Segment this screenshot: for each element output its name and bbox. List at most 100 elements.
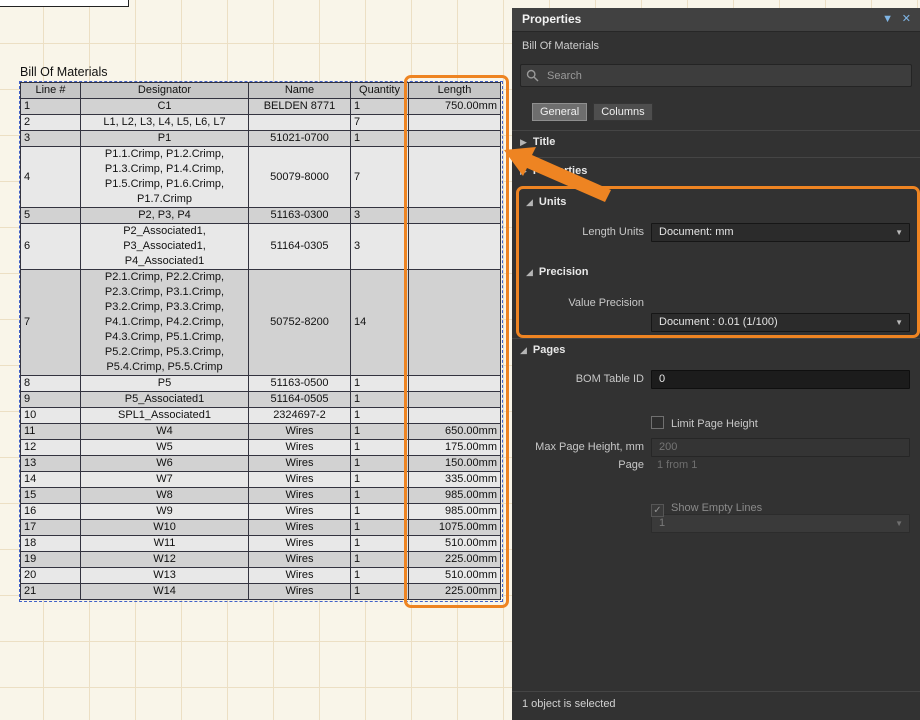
cell-qty: 14 bbox=[351, 270, 409, 376]
cell-designator: W13 bbox=[81, 568, 249, 584]
cell-line: 9 bbox=[21, 392, 81, 408]
cell-qty: 1 bbox=[351, 408, 409, 424]
cell-length: 175.00mm bbox=[409, 440, 501, 456]
cell-name: Wires bbox=[249, 568, 351, 584]
cell-name: 51021-0700 bbox=[249, 131, 351, 147]
cell-designator: P2.1.Crimp, P2.2.Crimp, P2.3.Crimp, P3.1… bbox=[81, 270, 249, 376]
cell-length: 510.00mm bbox=[409, 568, 501, 584]
cell-qty: 1 bbox=[351, 568, 409, 584]
tab-general[interactable]: General bbox=[532, 103, 587, 121]
limit-page-height-row[interactable]: Limit Page Height bbox=[651, 416, 758, 430]
table-row[interactable]: 15W8Wires1985.00mm bbox=[21, 488, 501, 504]
cell-name: 51163-0500 bbox=[249, 376, 351, 392]
value-precision-dropdown[interactable]: Document : 0.01 (1/100) ▼ bbox=[651, 313, 910, 332]
table-row[interactable]: 4P1.1.Crimp, P1.2.Crimp, P1.3.Crimp, P1.… bbox=[21, 147, 501, 208]
table-row[interactable]: 8P551163-05001 bbox=[21, 376, 501, 392]
chevron-down-icon: ▼ bbox=[895, 515, 903, 532]
cell-line: 14 bbox=[21, 472, 81, 488]
tab-columns[interactable]: Columns bbox=[593, 103, 652, 121]
cell-qty: 3 bbox=[351, 208, 409, 224]
cell-length: 985.00mm bbox=[409, 488, 501, 504]
cell-designator: P1.1.Crimp, P1.2.Crimp, P1.3.Crimp, P1.4… bbox=[81, 147, 249, 208]
table-row[interactable]: 1C1BELDEN 87711750.00mm bbox=[21, 99, 501, 115]
section-properties[interactable]: ▶Properties bbox=[520, 165, 587, 177]
section-units[interactable]: ◢Units bbox=[526, 196, 566, 208]
section-title[interactable]: ▶Title bbox=[520, 136, 555, 148]
cell-qty: 1 bbox=[351, 456, 409, 472]
length-units-dropdown[interactable]: Document: mm ▼ bbox=[651, 223, 910, 242]
table-row[interactable]: 14W7Wires1335.00mm bbox=[21, 472, 501, 488]
bom-table[interactable]: Line #DesignatorNameQuantityLength 1C1BE… bbox=[20, 82, 501, 600]
table-row[interactable]: 20W13Wires1510.00mm bbox=[21, 568, 501, 584]
cell-qty: 3 bbox=[351, 224, 409, 270]
table-row[interactable]: 9P5_Associated151164-05051 bbox=[21, 392, 501, 408]
cell-qty: 1 bbox=[351, 392, 409, 408]
table-row[interactable]: 2L1, L2, L3, L4, L5, L6, L77 bbox=[21, 115, 501, 131]
table-row[interactable]: 12W5Wires1175.00mm bbox=[21, 440, 501, 456]
cell-length: 150.00mm bbox=[409, 456, 501, 472]
cell-designator: W7 bbox=[81, 472, 249, 488]
table-row[interactable]: 7P2.1.Crimp, P2.2.Crimp, P2.3.Crimp, P3.… bbox=[21, 270, 501, 376]
table-row[interactable]: 19W12Wires1225.00mm bbox=[21, 552, 501, 568]
cell-designator: P5 bbox=[81, 376, 249, 392]
cell-designator: L1, L2, L3, L4, L5, L6, L7 bbox=[81, 115, 249, 131]
cell-name: Wires bbox=[249, 584, 351, 600]
show-empty-lines-checkbox: ✓ bbox=[651, 504, 664, 517]
panel-title: Properties bbox=[522, 8, 581, 31]
section-pages[interactable]: ◢Pages bbox=[520, 344, 565, 356]
bom-title: Bill Of Materials bbox=[20, 65, 108, 79]
cell-name: Wires bbox=[249, 536, 351, 552]
show-empty-lines-label: Show Empty Lines bbox=[671, 502, 762, 514]
separator bbox=[512, 157, 920, 158]
section-precision[interactable]: ◢Precision bbox=[526, 266, 588, 278]
limit-page-height-checkbox[interactable] bbox=[651, 416, 664, 429]
table-row[interactable]: 11W4Wires1650.00mm bbox=[21, 424, 501, 440]
cell-line: 13 bbox=[21, 456, 81, 472]
search-box[interactable] bbox=[520, 64, 912, 87]
cell-designator: P2, P3, P4 bbox=[81, 208, 249, 224]
cell-line: 5 bbox=[21, 208, 81, 224]
table-row[interactable]: 5P2, P3, P451163-03003 bbox=[21, 208, 501, 224]
chevron-down-icon: ▼ bbox=[895, 314, 903, 331]
tab-bar: General Columns bbox=[532, 103, 656, 121]
table-row[interactable]: 21W14Wires1225.00mm bbox=[21, 584, 501, 600]
close-icon[interactable]: ✕ bbox=[902, 8, 911, 31]
column-header: Length bbox=[409, 83, 501, 99]
table-row[interactable]: 6P2_Associated1, P3_Associated1, P4_Asso… bbox=[21, 224, 501, 270]
cell-qty: 1 bbox=[351, 440, 409, 456]
panel-menu-icon[interactable]: ▼ bbox=[882, 8, 893, 31]
column-header: Name bbox=[249, 83, 351, 99]
cell-qty: 1 bbox=[351, 520, 409, 536]
table-row[interactable]: 16W9Wires1985.00mm bbox=[21, 504, 501, 520]
cell-designator: W14 bbox=[81, 584, 249, 600]
cell-line: 7 bbox=[21, 270, 81, 376]
cell-designator: W6 bbox=[81, 456, 249, 472]
cell-length bbox=[409, 147, 501, 208]
cell-name: 51164-0505 bbox=[249, 392, 351, 408]
cell-qty: 1 bbox=[351, 472, 409, 488]
bom-table-id-input[interactable]: 0 bbox=[651, 370, 910, 389]
search-icon bbox=[526, 69, 539, 82]
page-info: 1 from 1 bbox=[657, 458, 697, 472]
cell-designator: W8 bbox=[81, 488, 249, 504]
table-row[interactable]: 18W11Wires1510.00mm bbox=[21, 536, 501, 552]
limit-page-height-label: Limit Page Height bbox=[671, 418, 758, 430]
cell-qty: 1 bbox=[351, 552, 409, 568]
cell-name: 51164-0305 bbox=[249, 224, 351, 270]
cell-length bbox=[409, 224, 501, 270]
cell-line: 15 bbox=[21, 488, 81, 504]
chevron-expanded-icon: ◢ bbox=[526, 197, 533, 207]
object-type-label: Bill Of Materials bbox=[522, 40, 599, 52]
table-row[interactable]: 17W10Wires11075.00mm bbox=[21, 520, 501, 536]
search-input[interactable] bbox=[545, 66, 899, 85]
table-row[interactable]: 3P151021-07001 bbox=[21, 131, 501, 147]
table-row[interactable]: 13W6Wires1150.00mm bbox=[21, 456, 501, 472]
table-row[interactable]: 10SPL1_Associated12324697-21 bbox=[21, 408, 501, 424]
panel-header: Properties ▼ ✕ bbox=[512, 8, 920, 32]
sheet-fragment bbox=[0, 0, 129, 7]
separator bbox=[512, 691, 920, 692]
cell-length: 225.00mm bbox=[409, 552, 501, 568]
table-header-row: Line #DesignatorNameQuantityLength bbox=[21, 83, 501, 99]
chevron-expanded-icon: ◢ bbox=[520, 345, 527, 355]
cell-length bbox=[409, 115, 501, 131]
